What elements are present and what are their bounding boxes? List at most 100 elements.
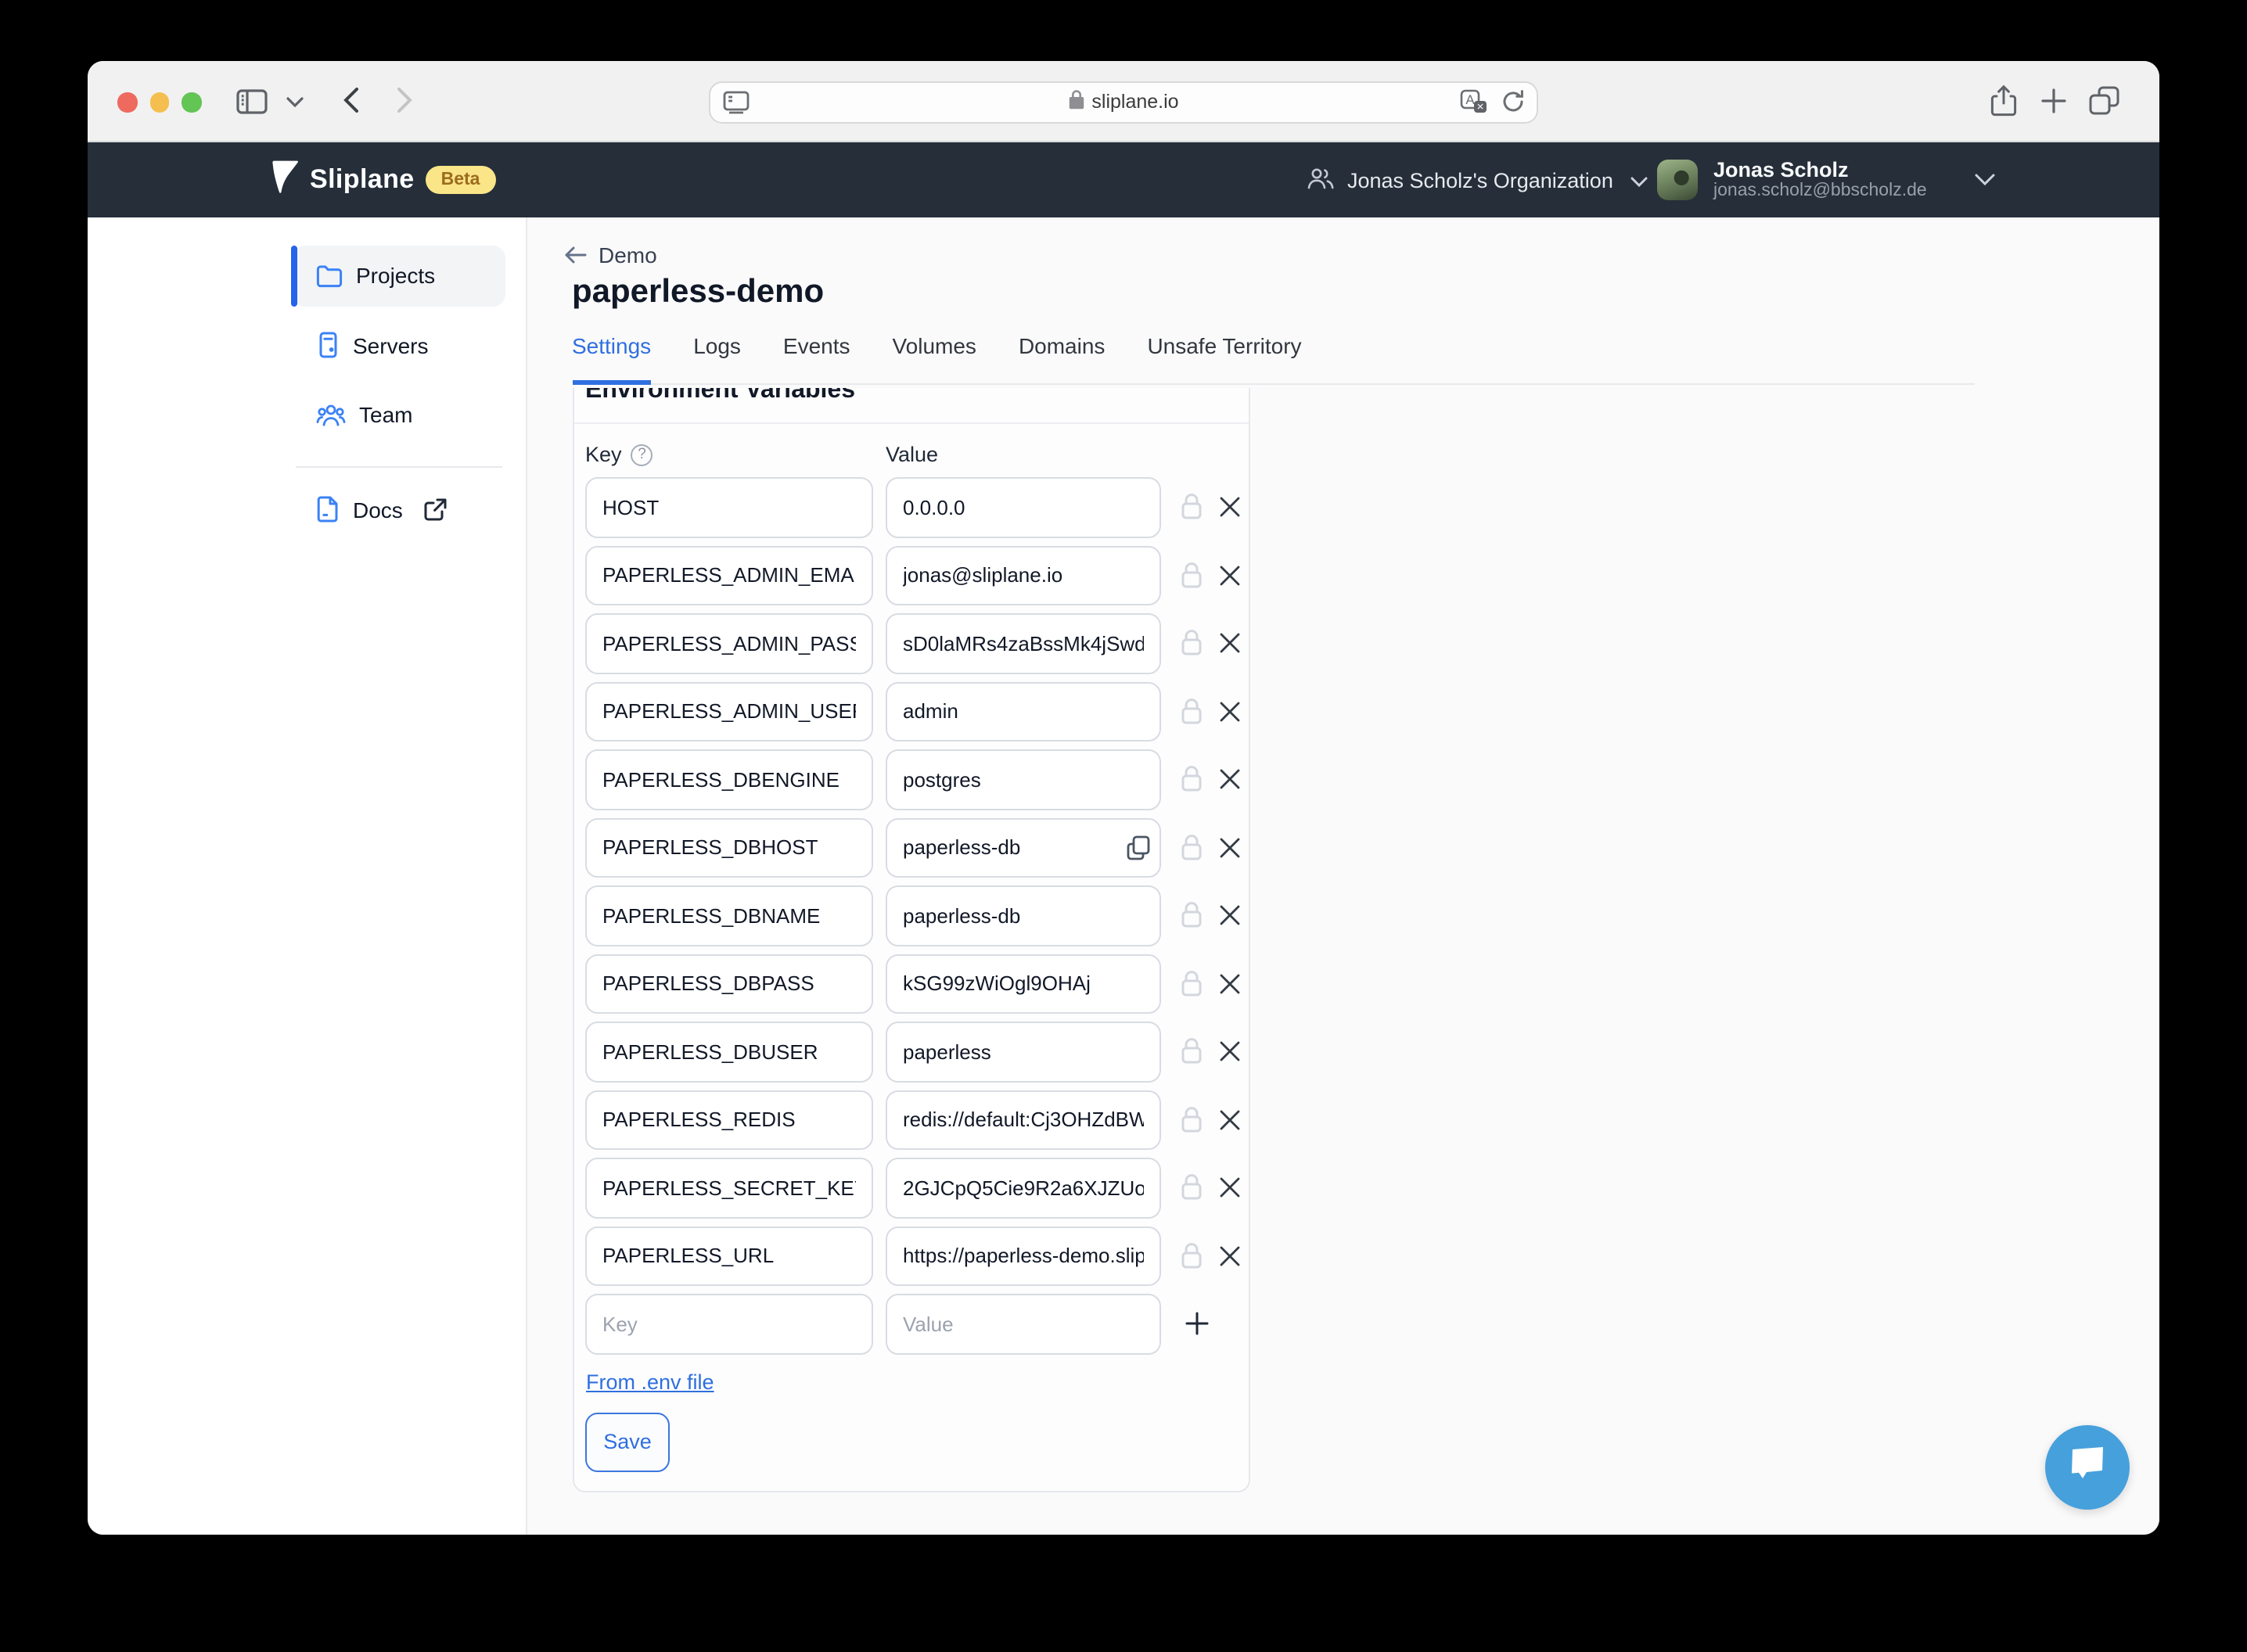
remove-icon[interactable]	[1219, 1109, 1241, 1131]
copy-icon[interactable]	[1127, 835, 1150, 860]
sidebar-toggle-icon[interactable]	[236, 89, 268, 114]
lock-icon[interactable]	[1180, 834, 1203, 862]
env-key-input[interactable]	[585, 885, 873, 946]
lock-icon[interactable]	[1180, 562, 1203, 590]
env-variable-row	[585, 953, 1237, 1014]
env-key-input[interactable]	[585, 1158, 873, 1218]
remove-icon[interactable]	[1219, 769, 1241, 791]
env-key-input[interactable]	[585, 953, 873, 1014]
add-variable-icon[interactable]	[1185, 1312, 1210, 1337]
user-chevron-down-icon[interactable]	[1975, 174, 1995, 186]
lock-icon[interactable]	[1180, 1242, 1203, 1270]
env-value-input[interactable]	[886, 1294, 1161, 1354]
scroll-viewport[interactable]: Environment Variables Key ? Value	[572, 388, 1974, 1535]
reload-icon[interactable]	[1501, 88, 1526, 121]
user-menu[interactable]: Jonas Scholz jonas.scholz@bbscholz.de	[1657, 142, 1927, 217]
lock-icon[interactable]	[1180, 766, 1203, 794]
brand-name: Sliplane	[310, 164, 415, 196]
lock-icon[interactable]	[1180, 1174, 1203, 1202]
sidebar-item-servers[interactable]: Servers	[292, 315, 505, 375]
translate-icon[interactable]: A✕	[1460, 88, 1488, 121]
close-button[interactable]	[117, 92, 137, 112]
external-link-icon	[423, 497, 448, 523]
sidebar-item-projects[interactable]: Projects	[292, 246, 505, 306]
lock-icon[interactable]	[1180, 630, 1203, 658]
toolbar-chevron-down-icon[interactable]	[286, 97, 304, 108]
remove-icon[interactable]	[1219, 1177, 1241, 1199]
env-value-input[interactable]	[886, 1022, 1161, 1082]
lock-icon[interactable]	[1180, 698, 1203, 726]
reader-icon[interactable]	[723, 90, 750, 121]
env-key-input[interactable]	[585, 1226, 873, 1286]
forward-button[interactable]	[396, 86, 413, 114]
env-value-input[interactable]	[886, 885, 1161, 946]
remove-icon[interactable]	[1219, 633, 1241, 655]
remove-icon[interactable]	[1219, 905, 1241, 927]
env-key-input[interactable]	[585, 681, 873, 742]
window-controls	[117, 92, 201, 112]
remove-icon[interactable]	[1219, 701, 1241, 723]
tab-logs[interactable]: Logs	[693, 333, 741, 385]
env-value-input[interactable]	[886, 1226, 1161, 1286]
lock-icon[interactable]	[1180, 970, 1203, 998]
env-variable-row	[585, 749, 1237, 810]
env-variable-row	[585, 1226, 1237, 1286]
url-text: sliplane.io	[1091, 91, 1178, 113]
env-key-input[interactable]	[585, 1294, 873, 1354]
remove-icon[interactable]	[1219, 1245, 1241, 1267]
sliplane-logo-icon	[272, 159, 299, 201]
env-key-input[interactable]	[585, 545, 873, 605]
env-value-input[interactable]	[886, 477, 1161, 537]
env-value-input[interactable]	[886, 1158, 1161, 1218]
lock-icon[interactable]	[1180, 1106, 1203, 1134]
tab-bar: Settings Logs Events Volumes Domains Uns…	[572, 333, 1974, 385]
sidebar-item-docs[interactable]: Docs	[292, 479, 505, 540]
env-key-input[interactable]	[585, 613, 873, 673]
env-value-input[interactable]	[886, 1090, 1161, 1150]
tab-volumes[interactable]: Volumes	[893, 333, 976, 385]
share-icon[interactable]	[1990, 84, 2017, 117]
tab-events[interactable]: Events	[783, 333, 850, 385]
env-value-input[interactable]	[886, 613, 1161, 673]
env-key-input[interactable]	[585, 477, 873, 537]
new-tab-icon[interactable]	[2040, 88, 2067, 114]
env-key-input[interactable]	[585, 749, 873, 810]
tab-unsafe-territory[interactable]: Unsafe Territory	[1147, 333, 1301, 385]
org-switcher[interactable]: Jonas Scholz's Organization	[1307, 142, 1648, 217]
help-icon[interactable]: ?	[631, 444, 653, 465]
address-bar[interactable]: sliplane.io A✕	[709, 81, 1538, 123]
env-key-input[interactable]	[585, 817, 873, 878]
env-value-input[interactable]	[886, 545, 1161, 605]
remove-icon[interactable]	[1219, 837, 1241, 859]
env-key-input[interactable]	[585, 1090, 873, 1150]
remove-icon[interactable]	[1219, 1041, 1241, 1063]
tab-settings[interactable]: Settings	[572, 333, 651, 385]
tab-overview-icon[interactable]	[2089, 86, 2120, 116]
env-key-input[interactable]	[585, 1022, 873, 1082]
env-value-input[interactable]	[886, 817, 1161, 878]
env-value-input[interactable]	[886, 953, 1161, 1014]
zoom-button[interactable]	[182, 92, 201, 112]
env-value-input[interactable]	[886, 749, 1161, 810]
user-email: jonas.scholz@bbscholz.de	[1713, 181, 1927, 202]
sidebar-item-team[interactable]: Team	[292, 384, 505, 444]
beta-badge: Beta	[426, 166, 496, 194]
env-value-input[interactable]	[886, 681, 1161, 742]
tab-domains[interactable]: Domains	[1019, 333, 1106, 385]
lock-icon[interactable]	[1180, 1038, 1203, 1066]
chat-widget-button[interactable]	[2045, 1425, 2130, 1510]
save-button[interactable]: Save	[585, 1412, 670, 1471]
lock-icon[interactable]	[1180, 494, 1203, 522]
remove-icon[interactable]	[1219, 497, 1241, 519]
key-column-header: Key	[585, 443, 622, 466]
remove-icon[interactable]	[1219, 973, 1241, 995]
minimize-button[interactable]	[149, 92, 169, 112]
remove-icon[interactable]	[1219, 565, 1241, 587]
sidebar-item-label: Servers	[353, 333, 428, 358]
svg-text:✕: ✕	[1476, 101, 1484, 112]
back-button[interactable]	[343, 86, 360, 114]
brand[interactable]: Sliplane Beta	[272, 142, 495, 217]
from-env-file-link[interactable]: From .env file	[586, 1370, 714, 1393]
lock-icon[interactable]	[1180, 902, 1203, 930]
breadcrumb[interactable]: Demo	[563, 242, 657, 268]
